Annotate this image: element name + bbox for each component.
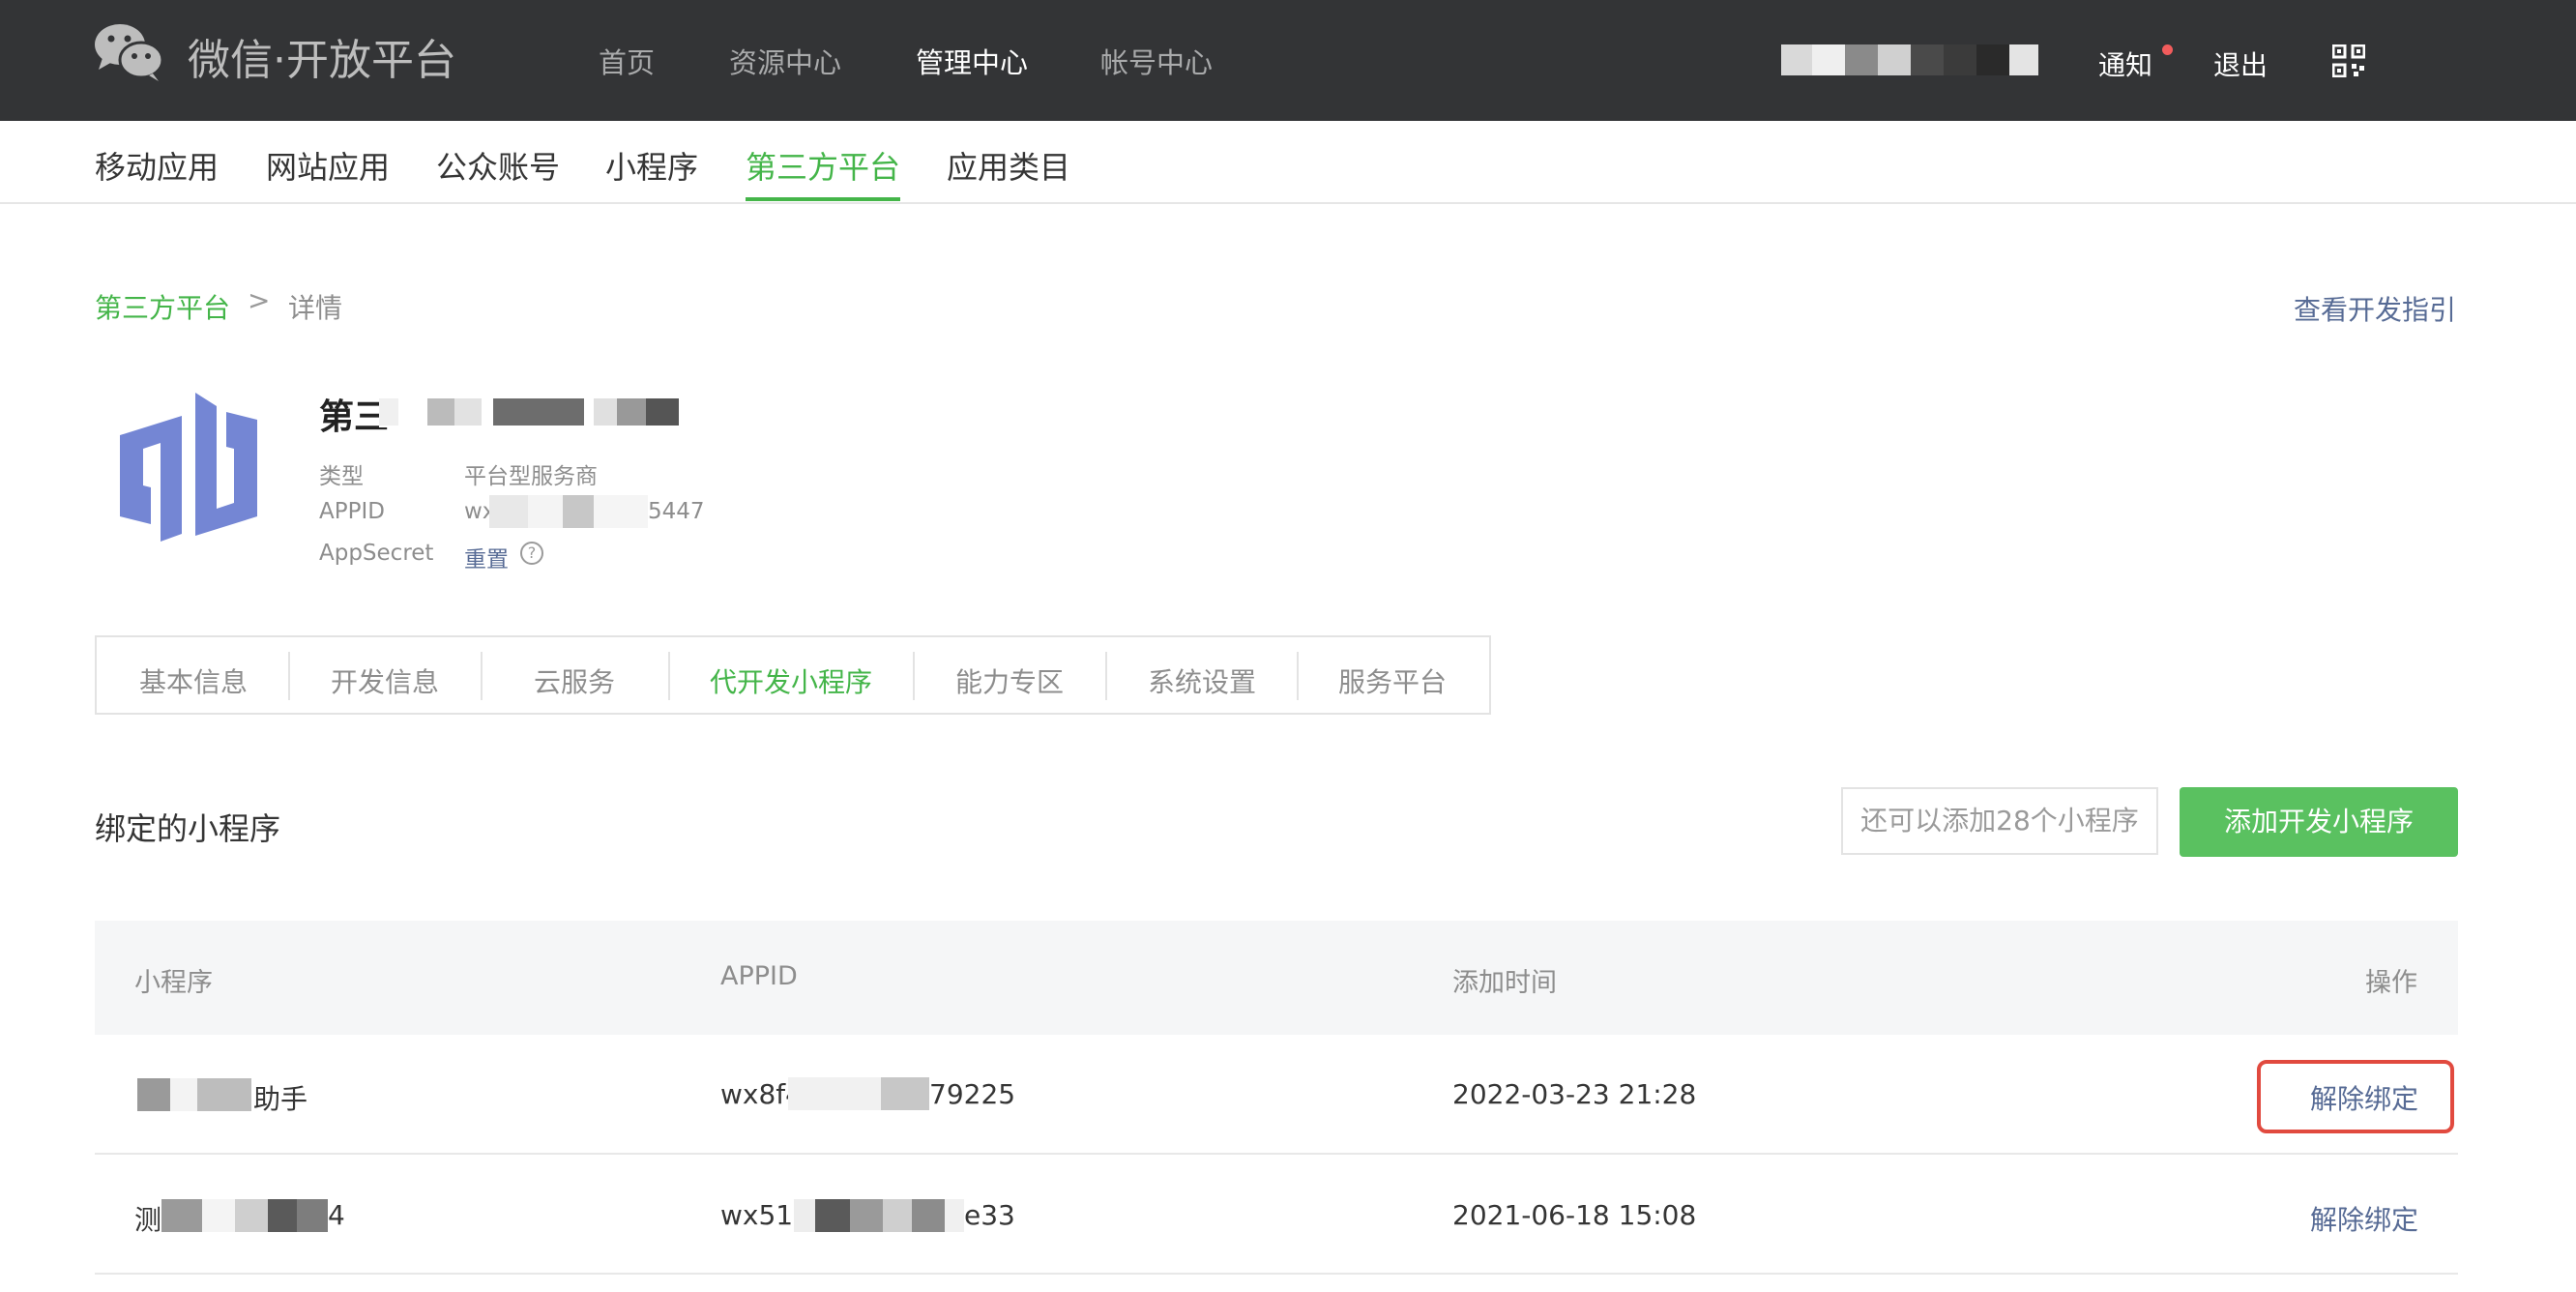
subnav-mini-programs[interactable]: 小程序 xyxy=(605,143,698,188)
row1-name: 助手 xyxy=(253,1083,308,1115)
subnav-web-apps[interactable]: 网站应用 xyxy=(266,143,390,188)
row2-appid-mask xyxy=(794,1199,964,1232)
quota-hint: 还可以添加28个小程序 xyxy=(1841,787,2158,855)
appsecret-label: AppSecret xyxy=(319,541,434,566)
nav-account-center[interactable]: 帐号中心 xyxy=(1100,41,1213,81)
app-name-mask xyxy=(379,395,688,427)
table-header xyxy=(95,921,2458,1035)
row2-added-time: 2021-06-18 15:08 xyxy=(1452,1199,1697,1231)
row2-name-mask xyxy=(161,1199,328,1232)
subnav-active-indicator xyxy=(746,197,900,201)
column-header-actions: 操作 xyxy=(2365,968,2417,998)
breadcrumb-parent[interactable]: 第三方平台 xyxy=(95,287,230,326)
appid-label: APPID xyxy=(319,499,385,524)
tab-divider xyxy=(1297,652,1299,700)
tab-divider xyxy=(1105,652,1107,700)
row1-name-mask xyxy=(137,1078,251,1111)
subnav-app-categories[interactable]: 应用类目 xyxy=(947,143,1070,188)
subnav-mobile-apps[interactable]: 移动应用 xyxy=(95,143,219,188)
dev-guide-link[interactable]: 查看开发指引 xyxy=(2294,289,2456,328)
user-avatar-mask[interactable] xyxy=(1781,44,2038,75)
help-icon[interactable]: ? xyxy=(520,542,543,565)
type-value: 平台型服务商 xyxy=(464,464,598,489)
brand-title[interactable]: 微信·开放平台 xyxy=(188,25,456,87)
column-header-name: 小程序 xyxy=(134,968,213,998)
column-header-appid: APPID xyxy=(720,961,798,991)
tab-basic-info[interactable]: 基本信息 xyxy=(139,661,248,700)
appid-mask xyxy=(489,495,648,528)
tab-cloud-service[interactable]: 云服务 xyxy=(534,661,615,700)
tab-capabilities[interactable]: 能力专区 xyxy=(955,661,1064,700)
add-mini-program-button[interactable]: 添加开发小程序 xyxy=(2180,787,2458,857)
app-logo xyxy=(120,393,257,542)
nav-resource-center[interactable]: 资源中心 xyxy=(729,41,841,81)
appid-suffix: 5447 xyxy=(648,499,705,524)
row2-unbind-link[interactable]: 解除绑定 xyxy=(2310,1199,2418,1238)
row1-appid-suffix: 79225 xyxy=(929,1078,1016,1110)
breadcrumb-separator-icon: > xyxy=(248,284,271,316)
tab-dev-mini-programs[interactable]: 代开发小程序 xyxy=(710,661,872,700)
subnav-third-party-platform[interactable]: 第三方平台 xyxy=(746,143,900,188)
row2-name-suffix: 4 xyxy=(328,1199,345,1231)
row2-name-prefix: 测 xyxy=(134,1204,162,1236)
notification-link[interactable]: 通知 xyxy=(2098,44,2152,83)
tab-dev-info[interactable]: 开发信息 xyxy=(331,661,439,700)
notification-dot xyxy=(2162,44,2173,55)
section-title: 绑定的小程序 xyxy=(95,810,281,847)
qrcode-icon[interactable] xyxy=(2332,44,2365,77)
column-header-time: 添加时间 xyxy=(1452,968,1557,998)
wechat-logo-icon[interactable] xyxy=(93,21,164,81)
tab-divider xyxy=(913,652,915,700)
tab-divider xyxy=(668,652,670,700)
row-divider xyxy=(95,1273,2458,1275)
row2-appid-suffix: e33 xyxy=(964,1199,1015,1231)
nav-home[interactable]: 首页 xyxy=(599,41,655,81)
type-label: 类型 xyxy=(319,464,364,489)
tab-divider xyxy=(481,652,483,700)
nav-management-center[interactable]: 管理中心 xyxy=(916,41,1028,81)
breadcrumb-current: 详情 xyxy=(288,292,343,324)
tab-divider xyxy=(288,652,290,700)
tab-service-platform[interactable]: 服务平台 xyxy=(1338,661,1447,700)
subnav-official-accounts[interactable]: 公众账号 xyxy=(436,143,560,188)
row1-added-time: 2022-03-23 21:28 xyxy=(1452,1078,1697,1110)
row-divider xyxy=(95,1153,2458,1155)
logout-link[interactable]: 退出 xyxy=(2213,44,2268,83)
reset-secret-link[interactable]: 重置 xyxy=(464,547,509,573)
unbind-highlight-box xyxy=(2257,1060,2454,1133)
row1-appid-mask xyxy=(788,1077,929,1110)
tab-system-settings[interactable]: 系统设置 xyxy=(1148,661,1256,700)
